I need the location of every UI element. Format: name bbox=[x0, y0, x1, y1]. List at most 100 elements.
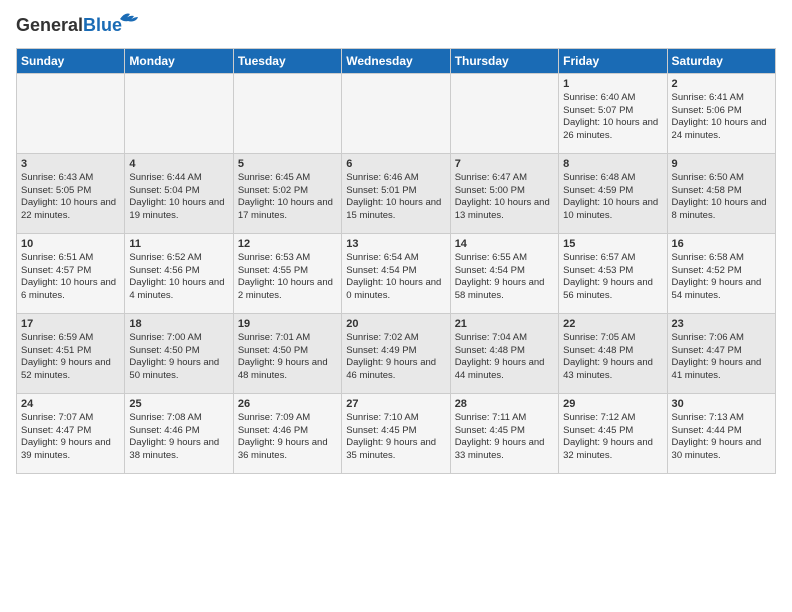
calendar-body: 1 Sunrise: 6:40 AM Sunset: 5:07 PM Daylig… bbox=[17, 73, 776, 473]
day-number: 1 bbox=[563, 78, 662, 90]
header-monday: Monday bbox=[125, 48, 233, 73]
calendar-cell: 8Sunrise: 6:48 AM Sunset: 4:59 PM Daylig… bbox=[559, 153, 667, 233]
day-number: 7 bbox=[455, 158, 554, 170]
header-sunday: Sunday bbox=[17, 48, 125, 73]
day-info: Sunrise: 6:43 AM Sunset: 5:05 PM Dayligh… bbox=[21, 172, 120, 223]
page-header: GeneralBlue bbox=[16, 16, 776, 36]
day-info: Sunrise: 7:12 AM Sunset: 4:45 PM Dayligh… bbox=[563, 412, 662, 463]
day-info: Sunrise: 7:00 AM Sunset: 4:50 PM Dayligh… bbox=[129, 332, 228, 383]
day-info: Sunrise: 6:55 AM Sunset: 4:54 PM Dayligh… bbox=[455, 252, 554, 303]
calendar-table: SundayMondayTuesdayWednesdayThursdayFrid… bbox=[16, 48, 776, 474]
calendar-cell bbox=[125, 73, 233, 153]
day-info: Sunrise: 6:57 AM Sunset: 4:53 PM Dayligh… bbox=[563, 252, 662, 303]
day-number: 6 bbox=[346, 158, 445, 170]
calendar-cell bbox=[233, 73, 341, 153]
header-saturday: Saturday bbox=[667, 48, 775, 73]
day-number: 5 bbox=[238, 158, 337, 170]
day-number: 10 bbox=[21, 238, 120, 250]
calendar-cell: 11Sunrise: 6:52 AM Sunset: 4:56 PM Dayli… bbox=[125, 233, 233, 313]
day-info: Sunrise: 6:59 AM Sunset: 4:51 PM Dayligh… bbox=[21, 332, 120, 383]
calendar-cell bbox=[342, 73, 450, 153]
calendar-cell: 21Sunrise: 7:04 AM Sunset: 4:48 PM Dayli… bbox=[450, 313, 558, 393]
calendar-cell: 18Sunrise: 7:00 AM Sunset: 4:50 PM Dayli… bbox=[125, 313, 233, 393]
header-friday: Friday bbox=[559, 48, 667, 73]
week-row-4: 24 Sunrise: 7:07 AM Sunset: 4:47 PM Dayli… bbox=[17, 393, 776, 473]
day-number: 2 bbox=[672, 78, 771, 90]
calendar-cell: 23 Sunrise: 7:06 AM Sunset: 4:47 PM Dayli… bbox=[667, 313, 775, 393]
calendar-cell: 9 Sunrise: 6:50 AM Sunset: 4:58 PM Daylig… bbox=[667, 153, 775, 233]
day-info: Sunrise: 6:48 AM Sunset: 4:59 PM Dayligh… bbox=[563, 172, 662, 223]
day-number: 17 bbox=[21, 318, 120, 330]
calendar-cell: 27 Sunrise: 7:10 AM Sunset: 4:45 PM Dayli… bbox=[342, 393, 450, 473]
day-info: Sunrise: 7:09 AM Sunset: 4:46 PM Dayligh… bbox=[238, 412, 337, 463]
calendar-cell: 7 Sunrise: 6:47 AM Sunset: 5:00 PM Daylig… bbox=[450, 153, 558, 233]
day-info: Sunrise: 6:50 AM Sunset: 4:58 PM Dayligh… bbox=[672, 172, 771, 223]
day-info: Sunrise: 7:02 AM Sunset: 4:49 PM Dayligh… bbox=[346, 332, 445, 383]
calendar-cell: 20 Sunrise: 7:02 AM Sunset: 4:49 PM Dayli… bbox=[342, 313, 450, 393]
day-number: 15 bbox=[563, 238, 662, 250]
day-number: 4 bbox=[129, 158, 228, 170]
calendar-cell: 14 Sunrise: 6:55 AM Sunset: 4:54 PM Dayli… bbox=[450, 233, 558, 313]
day-number: 30 bbox=[672, 398, 771, 410]
calendar-cell: 25 Sunrise: 7:08 AM Sunset: 4:46 PM Dayli… bbox=[125, 393, 233, 473]
calendar-cell: 6 Sunrise: 6:46 AM Sunset: 5:01 PM Daylig… bbox=[342, 153, 450, 233]
day-info: Sunrise: 7:05 AM Sunset: 4:48 PM Dayligh… bbox=[563, 332, 662, 383]
header-thursday: Thursday bbox=[450, 48, 558, 73]
day-info: Sunrise: 6:47 AM Sunset: 5:00 PM Dayligh… bbox=[455, 172, 554, 223]
logo: GeneralBlue bbox=[16, 16, 122, 36]
day-number: 29 bbox=[563, 398, 662, 410]
day-number: 11 bbox=[129, 238, 228, 250]
day-number: 24 bbox=[21, 398, 120, 410]
day-number: 25 bbox=[129, 398, 228, 410]
day-info: Sunrise: 6:46 AM Sunset: 5:01 PM Dayligh… bbox=[346, 172, 445, 223]
header-wednesday: Wednesday bbox=[342, 48, 450, 73]
calendar-cell: 22Sunrise: 7:05 AM Sunset: 4:48 PM Dayli… bbox=[559, 313, 667, 393]
day-number: 9 bbox=[672, 158, 771, 170]
header-tuesday: Tuesday bbox=[233, 48, 341, 73]
calendar-cell: 15 Sunrise: 6:57 AM Sunset: 4:53 PM Dayli… bbox=[559, 233, 667, 313]
day-info: Sunrise: 7:08 AM Sunset: 4:46 PM Dayligh… bbox=[129, 412, 228, 463]
day-number: 14 bbox=[455, 238, 554, 250]
calendar-cell: 4 Sunrise: 6:44 AM Sunset: 5:04 PM Daylig… bbox=[125, 153, 233, 233]
logo-blue: Blue bbox=[83, 15, 122, 35]
day-info: Sunrise: 6:58 AM Sunset: 4:52 PM Dayligh… bbox=[672, 252, 771, 303]
day-info: Sunrise: 6:44 AM Sunset: 5:04 PM Dayligh… bbox=[129, 172, 228, 223]
calendar-cell: 29 Sunrise: 7:12 AM Sunset: 4:45 PM Dayli… bbox=[559, 393, 667, 473]
day-number: 27 bbox=[346, 398, 445, 410]
day-info: Sunrise: 6:53 AM Sunset: 4:55 PM Dayligh… bbox=[238, 252, 337, 303]
calendar-cell: 24 Sunrise: 7:07 AM Sunset: 4:47 PM Dayli… bbox=[17, 393, 125, 473]
calendar-cell: 13Sunrise: 6:54 AM Sunset: 4:54 PM Dayli… bbox=[342, 233, 450, 313]
logo-bird-icon bbox=[120, 12, 140, 26]
week-row-0: 1 Sunrise: 6:40 AM Sunset: 5:07 PM Daylig… bbox=[17, 73, 776, 153]
day-info: Sunrise: 6:40 AM Sunset: 5:07 PM Dayligh… bbox=[563, 92, 662, 143]
day-number: 23 bbox=[672, 318, 771, 330]
day-info: Sunrise: 6:45 AM Sunset: 5:02 PM Dayligh… bbox=[238, 172, 337, 223]
calendar-cell bbox=[450, 73, 558, 153]
calendar-cell: 17 Sunrise: 6:59 AM Sunset: 4:51 PM Dayli… bbox=[17, 313, 125, 393]
day-number: 3 bbox=[21, 158, 120, 170]
calendar-cell: 19Sunrise: 7:01 AM Sunset: 4:50 PM Dayli… bbox=[233, 313, 341, 393]
day-info: Sunrise: 7:10 AM Sunset: 4:45 PM Dayligh… bbox=[346, 412, 445, 463]
day-info: Sunrise: 6:54 AM Sunset: 4:54 PM Dayligh… bbox=[346, 252, 445, 303]
day-info: Sunrise: 7:06 AM Sunset: 4:47 PM Dayligh… bbox=[672, 332, 771, 383]
calendar-cell: 28 Sunrise: 7:11 AM Sunset: 4:45 PM Dayli… bbox=[450, 393, 558, 473]
days-header-row: SundayMondayTuesdayWednesdayThursdayFrid… bbox=[17, 48, 776, 73]
day-number: 12 bbox=[238, 238, 337, 250]
calendar-cell: 30 Sunrise: 7:13 AM Sunset: 4:44 PM Dayli… bbox=[667, 393, 775, 473]
week-row-3: 17 Sunrise: 6:59 AM Sunset: 4:51 PM Dayli… bbox=[17, 313, 776, 393]
day-info: Sunrise: 6:41 AM Sunset: 5:06 PM Dayligh… bbox=[672, 92, 771, 143]
day-info: Sunrise: 6:51 AM Sunset: 4:57 PM Dayligh… bbox=[21, 252, 120, 303]
calendar-cell: 10 Sunrise: 6:51 AM Sunset: 4:57 PM Dayli… bbox=[17, 233, 125, 313]
logo-general: GeneralBlue bbox=[16, 16, 122, 36]
day-number: 21 bbox=[455, 318, 554, 330]
day-number: 20 bbox=[346, 318, 445, 330]
day-info: Sunrise: 7:13 AM Sunset: 4:44 PM Dayligh… bbox=[672, 412, 771, 463]
calendar-cell: 3 Sunrise: 6:43 AM Sunset: 5:05 PM Daylig… bbox=[17, 153, 125, 233]
calendar-header: SundayMondayTuesdayWednesdayThursdayFrid… bbox=[17, 48, 776, 73]
day-info: Sunrise: 7:11 AM Sunset: 4:45 PM Dayligh… bbox=[455, 412, 554, 463]
day-number: 28 bbox=[455, 398, 554, 410]
day-number: 19 bbox=[238, 318, 337, 330]
calendar-cell: 5 Sunrise: 6:45 AM Sunset: 5:02 PM Daylig… bbox=[233, 153, 341, 233]
calendar-cell: 26Sunrise: 7:09 AM Sunset: 4:46 PM Dayli… bbox=[233, 393, 341, 473]
day-info: Sunrise: 7:07 AM Sunset: 4:47 PM Dayligh… bbox=[21, 412, 120, 463]
